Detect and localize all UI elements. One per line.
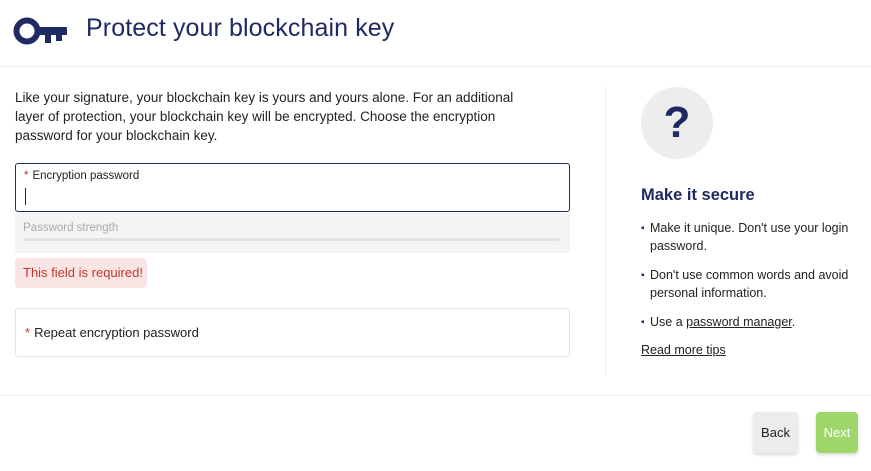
- tip-text: Make it unique. Don't use your login pas…: [650, 221, 849, 253]
- tip-text: Don't use common words and avoid persona…: [650, 268, 849, 300]
- repeat-password-label: * Repeat encryption password: [25, 325, 199, 340]
- password-strength-label: Password strength: [23, 222, 119, 234]
- tip-prefix: Use a: [650, 315, 687, 329]
- footer-divider: [0, 395, 871, 396]
- intro-text: Like your signature, your blockchain key…: [15, 90, 514, 143]
- page-title: Protect your blockchain key: [86, 14, 395, 42]
- help-icon-circle: ?: [641, 87, 713, 159]
- tip-item: ▪ Use a password manager.: [641, 313, 866, 331]
- key-icon: [13, 14, 69, 48]
- bullet-icon: ▪: [641, 223, 645, 234]
- error-message: This field is required!: [15, 258, 147, 288]
- back-button[interactable]: Back: [753, 412, 798, 453]
- password-strength-meter: Password strength: [15, 213, 570, 253]
- password-manager-link[interactable]: password manager: [686, 315, 792, 329]
- required-asterisk: *: [24, 170, 29, 182]
- error-text: This field is required!: [23, 265, 143, 280]
- encryption-password-label-text: Encryption password: [32, 170, 140, 182]
- password-strength-bar: [23, 238, 560, 241]
- header: Protect your blockchain key: [0, 0, 871, 67]
- text-cursor: [25, 188, 26, 205]
- tip-suffix: .: [791, 315, 796, 329]
- next-button[interactable]: Next: [816, 412, 858, 453]
- divider: [605, 86, 606, 376]
- required-asterisk: *: [25, 325, 31, 340]
- question-mark-icon: ?: [663, 98, 691, 147]
- repeat-password-field[interactable]: * Repeat encryption password: [15, 308, 570, 357]
- repeat-password-label-text: Repeat encryption password: [34, 325, 199, 340]
- tip-item: ▪ Make it unique. Don't use your login pa…: [641, 219, 866, 255]
- read-more-tips-link[interactable]: Read more tips: [641, 343, 726, 357]
- encryption-password-label: * Encryption password: [24, 170, 139, 182]
- help-title: Make it secure: [641, 186, 755, 204]
- bullet-icon: ▪: [641, 270, 645, 281]
- bullet-icon: ▪: [641, 317, 645, 328]
- tip-item: ▪ Don't use common words and avoid person…: [641, 266, 866, 302]
- tips-list: ▪ Make it unique. Don't use your login pa…: [641, 219, 866, 342]
- encryption-password-field[interactable]: * Encryption password: [15, 163, 570, 212]
